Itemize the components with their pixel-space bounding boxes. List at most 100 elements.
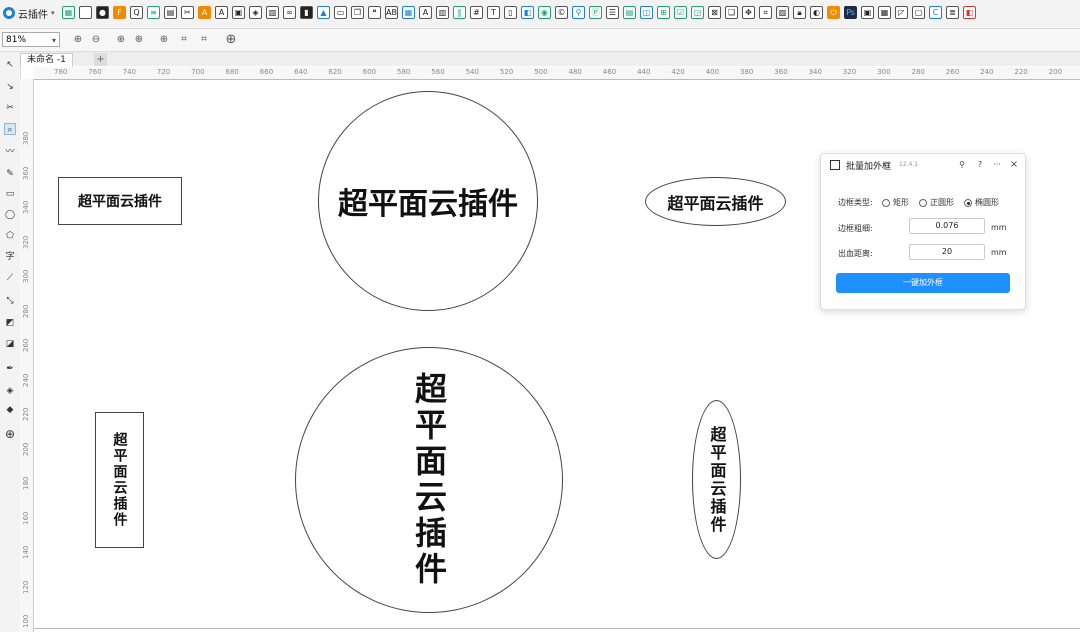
shadow-tool-icon[interactable]: ◩ <box>4 317 16 329</box>
radio-rectangle[interactable]: 矩形 <box>882 197 909 208</box>
fill-tool-icon[interactable]: ◈ <box>4 385 16 397</box>
move-icon[interactable]: ✥ <box>742 6 755 19</box>
export-icon[interactable]: ▦ <box>878 6 891 19</box>
table-icon[interactable]: ▥ <box>436 6 449 19</box>
layers-icon[interactable]: ◲ <box>691 6 704 19</box>
pin-icon[interactable]: ⚲ <box>957 159 967 171</box>
badge-icon[interactable]: ● <box>96 6 109 19</box>
help-button[interactable]: ? <box>975 159 985 171</box>
zoom-in-icon[interactable]: ⊕ <box>72 34 84 46</box>
cdr-icon[interactable]: C <box>929 6 942 19</box>
zoom-height-icon[interactable]: ⌗ <box>198 34 210 46</box>
rect-vertical[interactable]: 超平面云插件 <box>95 412 144 548</box>
transparency-tool-icon[interactable]: ◪ <box>4 338 16 350</box>
split-icon[interactable]: ⊠ <box>708 6 721 19</box>
photoshop-icon[interactable]: Ps <box>844 6 857 19</box>
export-image-icon[interactable]: ▧ <box>266 6 279 19</box>
document-icon[interactable]: ▯ <box>504 6 517 19</box>
text-box-icon[interactable]: T <box>487 6 500 19</box>
barcode-icon[interactable]: ▦ <box>402 6 415 19</box>
ellipse-tool-icon[interactable]: ◯ <box>4 209 16 221</box>
artistic-media-icon[interactable]: ✎ <box>4 168 16 180</box>
lock-icon[interactable]: 🔒︎ <box>793 6 806 19</box>
pick-tool-icon[interactable]: ↖ <box>4 59 16 71</box>
eyedropper-tool-icon[interactable]: ✒ <box>4 363 16 375</box>
plugin-menu[interactable]: 云插件 ▾ <box>3 5 55 21</box>
bleed-input[interactable]: 20 <box>909 244 985 260</box>
circle-horizontal[interactable]: 超平面云插件 <box>318 91 538 311</box>
radio-ellipse[interactable]: 椭圆形 <box>964 197 999 208</box>
frame-icon[interactable] <box>79 6 92 19</box>
freehand-tool-icon[interactable]: 〰 <box>4 146 16 158</box>
phone-icon[interactable]: ▮ <box>300 6 313 19</box>
layout-icon[interactable]: ▤ <box>164 6 177 19</box>
smart-fill-tool-icon[interactable]: ◆ <box>4 404 16 416</box>
ellipse-horizontal[interactable]: 超平面云插件 <box>645 177 786 226</box>
stroke-input[interactable]: 0.076 <box>909 218 985 234</box>
connector-tool-icon[interactable]: ⤡ <box>4 295 16 307</box>
c-circle-icon[interactable]: © <box>555 6 568 19</box>
check-frame-icon[interactable]: ☑ <box>674 6 687 19</box>
crop-tool-icon[interactable]: ✂ <box>4 102 16 114</box>
zoom-out-icon[interactable]: ⊖ <box>90 34 102 46</box>
gallery-icon[interactable]: ▨ <box>776 6 789 19</box>
shape-convert-icon[interactable]: ◈ <box>249 6 262 19</box>
rectangle-tool-icon[interactable]: ▭ <box>4 188 16 200</box>
bold-a-icon[interactable]: A <box>215 6 228 19</box>
ab-text-icon[interactable]: AB <box>385 6 398 19</box>
shape-tool-icon[interactable]: ↘ <box>4 81 16 93</box>
letter-a-icon[interactable]: A <box>198 6 211 19</box>
crop-icon[interactable]: ⌗ <box>759 6 772 19</box>
zoom-all-icon[interactable]: ⊕ <box>133 34 145 46</box>
link-icon[interactable]: ∞ <box>283 6 296 19</box>
lines-icon[interactable]: ☰ <box>606 6 619 19</box>
zoom-width-icon[interactable]: ⌗ <box>178 34 190 46</box>
circle-vertical[interactable]: 超平面云插件 <box>295 347 563 613</box>
bars-icon[interactable]: ‖ <box>453 6 466 19</box>
hash-icon[interactable]: # <box>470 6 483 19</box>
zoom-select[interactable]: 81% ▾ <box>2 32 60 47</box>
zoom-tool-icon[interactable]: ⌕ <box>4 123 16 135</box>
rect-select-icon[interactable]: ▢ <box>912 6 925 19</box>
font-icon[interactable]: F <box>113 6 126 19</box>
pin-tool-icon[interactable]: ⚲ <box>572 6 585 19</box>
apply-frame-button[interactable]: 一键加外框 <box>836 273 1010 293</box>
nodes-icon[interactable]: ⊞ <box>657 6 670 19</box>
picture-icon[interactable]: ▲ <box>317 6 330 19</box>
quote-icon[interactable]: ❝ <box>368 6 381 19</box>
shapes-icon[interactable]: ◫ <box>640 6 653 19</box>
more-button[interactable]: ··· <box>992 159 1002 171</box>
polygon-tool-icon[interactable]: ⬠ <box>4 230 16 242</box>
zoom-page-icon[interactable]: ⊕ <box>158 34 170 46</box>
color-icon[interactable]: ◉ <box>538 6 551 19</box>
list-icon[interactable]: ▤ <box>623 6 636 19</box>
document-tab[interactable]: 未命名 -1 <box>20 53 73 67</box>
corner-icon[interactable]: ◸ <box>895 6 908 19</box>
red-icon[interactable]: ◧ <box>963 6 976 19</box>
align-lines-icon[interactable]: ≣ <box>946 6 959 19</box>
export-png-icon[interactable]: ▣ <box>861 6 874 19</box>
rect-horizontal[interactable]: 超平面云插件 <box>58 177 182 225</box>
text-tool-icon[interactable]: 字 <box>4 251 16 263</box>
ellipse-vertical[interactable]: 超平面云插件 <box>692 400 741 559</box>
search-replace-icon[interactable]: Q <box>130 6 143 19</box>
close-button[interactable]: × <box>1009 159 1019 171</box>
image-icon[interactable]: ▣ <box>232 6 245 19</box>
monitor-icon[interactable]: ▭ <box>334 6 347 19</box>
copy-icon[interactable]: ❐ <box>351 6 364 19</box>
add-icon[interactable]: ⊕ <box>225 33 237 46</box>
add-tool-icon[interactable]: ⊕ <box>4 428 16 440</box>
grid-icon[interactable]: ▦ <box>62 6 75 19</box>
cutline-icon[interactable]: ✂ <box>181 6 194 19</box>
palette-icon[interactable]: ◐ <box>810 6 823 19</box>
duplicate-icon[interactable]: ❏ <box>725 6 738 19</box>
p-circle-icon[interactable]: Ⓟ <box>589 6 602 19</box>
text-stack-icon[interactable]: A <box>419 6 432 19</box>
zoom-selection-icon[interactable]: ⊕ <box>115 34 127 46</box>
image-convert-icon[interactable]: ◧ <box>521 6 534 19</box>
power-icon[interactable]: ⏻ <box>827 6 840 19</box>
new-tab-button[interactable]: + <box>94 53 107 66</box>
dimension-tool-icon[interactable]: ⟋ <box>4 272 16 284</box>
radio-circle[interactable]: 正圆形 <box>919 197 954 208</box>
text-align-icon[interactable]: ≡ <box>147 6 160 19</box>
